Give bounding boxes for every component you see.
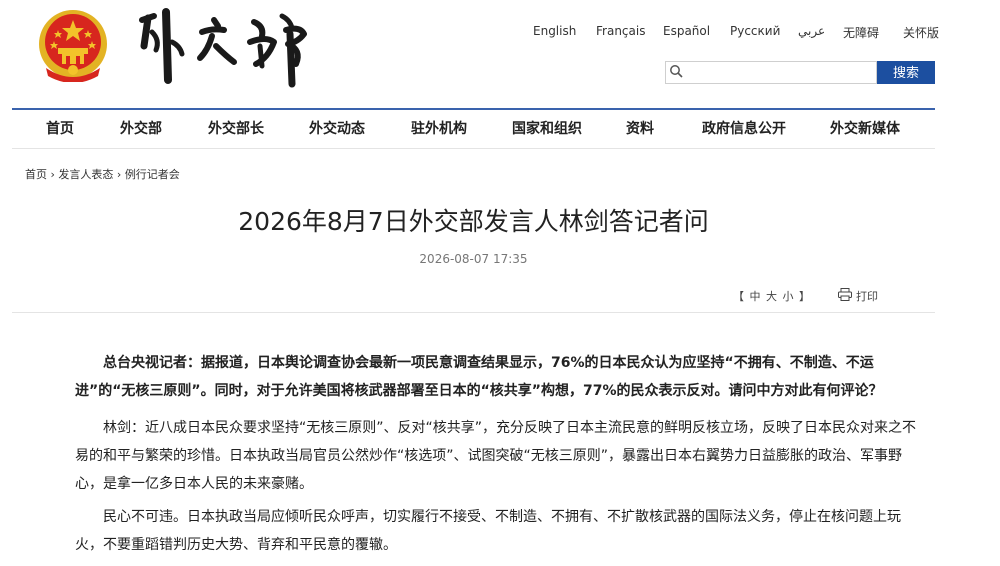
search-button[interactable]: 搜索 xyxy=(877,61,935,84)
nav-item-countries-organizations[interactable]: 国家和组织 xyxy=(512,110,582,148)
nav-item-new-media[interactable]: 外交新媒体 xyxy=(830,110,900,148)
lang-french-link[interactable]: Français xyxy=(596,24,645,38)
print-button[interactable]: 打印 xyxy=(856,288,878,304)
lang-english-link[interactable]: English xyxy=(533,24,576,38)
lang-russian-link[interactable]: Русский xyxy=(730,24,780,38)
nav-item-diplomatic-news[interactable]: 外交动态 xyxy=(309,110,365,148)
article-answer-paragraph: 民心不可违。日本执政当局应倾听民众呼声，切实履行不接受、不制造、不拥有、不扩散核… xyxy=(75,503,921,559)
nav-item-minister[interactable]: 外交部长 xyxy=(208,110,264,148)
elderly-care-mode-link[interactable]: 关怀版 xyxy=(903,24,939,41)
answer-text: 民心不可违。日本执政当局应倾听民众呼声，切实履行不接受、不制造、不拥有、不扩散核… xyxy=(75,509,901,553)
search-input[interactable] xyxy=(665,61,877,84)
national-emblem-icon xyxy=(39,10,107,82)
printer-icon[interactable] xyxy=(838,288,852,301)
lang-arabic-link[interactable]: عربي xyxy=(798,24,825,38)
breadcrumb-separator: › xyxy=(113,168,125,181)
breadcrumb-separator: › xyxy=(47,168,59,181)
content-divider xyxy=(12,312,935,313)
site-logo[interactable] xyxy=(130,6,315,88)
search-icon xyxy=(670,65,683,78)
breadcrumb-spokesperson[interactable]: 发言人表态 xyxy=(58,168,113,181)
nav-item-ministry[interactable]: 外交部 xyxy=(120,110,162,148)
breadcrumb-home[interactable]: 首页 xyxy=(25,168,47,181)
main-nav: 首页 外交部 外交部长 外交动态 驻外机构 国家和组织 资料 政府信息公开 外交… xyxy=(12,110,935,148)
font-size-selector[interactable]: 【 中 大 小 】 xyxy=(733,288,811,304)
nav-bottom-divider xyxy=(12,148,935,149)
answer-text: 林剑：近八成日本民众要求坚持“无核三原则”、反对“核共享”，充分反映了日本主流民… xyxy=(75,420,917,492)
page-title: 2026年8月7日外交部发言人林剑答记者问 xyxy=(238,207,709,236)
publish-date: 2026-08-07 17:35 xyxy=(419,252,528,266)
nav-item-missions-abroad[interactable]: 驻外机构 xyxy=(411,110,467,148)
question-text: 总台央视记者：据报道，日本舆论调查协会最新一项民意调查结果显示，76%的日本民众… xyxy=(75,355,883,399)
nav-item-government-info[interactable]: 政府信息公开 xyxy=(702,110,786,148)
breadcrumb: 首页 › 发言人表态 › 例行记者会 xyxy=(25,166,180,182)
breadcrumb-press-conference[interactable]: 例行记者会 xyxy=(125,168,180,181)
nav-item-resources[interactable]: 资料 xyxy=(626,110,654,148)
accessibility-link[interactable]: 无障碍 xyxy=(843,24,879,41)
nav-item-home[interactable]: 首页 xyxy=(46,110,74,148)
lang-spanish-link[interactable]: Español xyxy=(663,24,710,38)
article-question: 总台央视记者：据报道，日本舆论调查协会最新一项民意调查结果显示，76%的日本民众… xyxy=(75,349,921,405)
article-answer-paragraph: 林剑：近八成日本民众要求坚持“无核三原则”、反对“核共享”，充分反映了日本主流民… xyxy=(75,414,921,498)
